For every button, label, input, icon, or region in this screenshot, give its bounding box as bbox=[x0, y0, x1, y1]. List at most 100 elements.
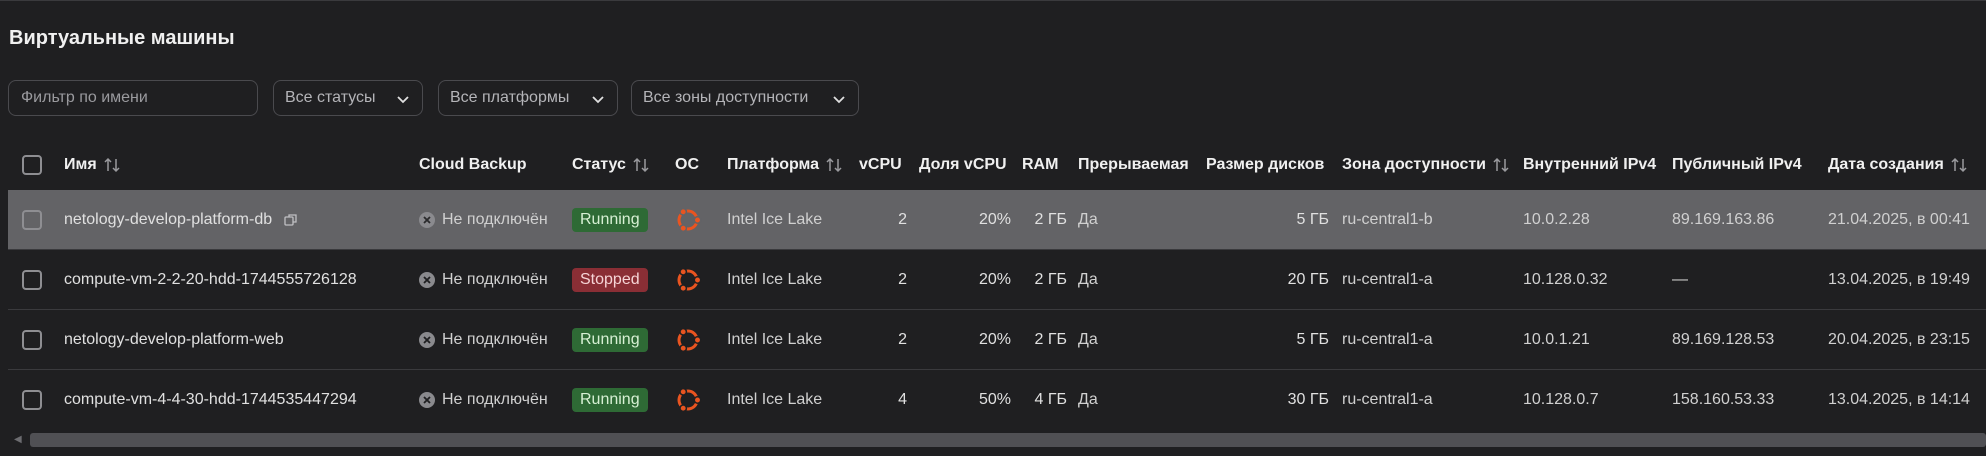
vcpu-value: 2 bbox=[898, 331, 907, 348]
select-all-checkbox[interactable] bbox=[22, 155, 42, 175]
table-header: Имя Cloud Backup Статус ОС Платформа vCP… bbox=[8, 145, 1986, 185]
chevron-down-icon bbox=[833, 96, 845, 104]
column-header-platform[interactable]: Платформа bbox=[727, 145, 843, 185]
top-divider bbox=[0, 0, 1986, 1]
status-badge: Running bbox=[572, 388, 648, 412]
column-header-ram: RAM bbox=[1022, 156, 1059, 173]
created-value: 20.04.2025, в 23:15 bbox=[1828, 331, 1970, 348]
sort-icon[interactable] bbox=[103, 157, 121, 173]
ipv4-internal-value: 10.0.2.28 bbox=[1523, 211, 1590, 228]
zone-value: ru-central1-b bbox=[1342, 211, 1433, 228]
ubuntu-icon bbox=[677, 267, 702, 293]
backup-status: Не подключён bbox=[442, 271, 548, 288]
status-filter-value: Все статусы bbox=[285, 89, 376, 106]
status-filter-select[interactable]: Все статусы bbox=[273, 80, 423, 116]
zone-value: ru-central1-a bbox=[1342, 391, 1433, 408]
ipv4-internal-value: 10.128.0.7 bbox=[1523, 391, 1599, 408]
table-row[interactable]: netology-develop-platform-db Не подключё… bbox=[8, 190, 1986, 250]
copy-icon[interactable] bbox=[284, 213, 298, 227]
x-circle-icon bbox=[419, 212, 435, 228]
vcpu-value: 2 bbox=[898, 271, 907, 288]
column-header-vcpu-share: Доля vCPU bbox=[919, 156, 1007, 173]
preemptible-value: Да bbox=[1078, 211, 1098, 228]
ubuntu-icon bbox=[677, 327, 702, 353]
row-checkbox[interactable] bbox=[22, 270, 42, 290]
horizontal-scrollbar[interactable]: ◀ bbox=[0, 431, 1986, 447]
status-badge: Running bbox=[572, 328, 648, 352]
platform-value: Intel Ice Lake bbox=[727, 391, 823, 408]
column-header-zone[interactable]: Зона доступности bbox=[1342, 145, 1510, 185]
vcpu-share-value: 50% bbox=[978, 391, 1011, 408]
row-checkbox[interactable] bbox=[22, 210, 42, 230]
vcpu-share-value: 20% bbox=[978, 271, 1011, 288]
page-title: Виртуальные машины bbox=[9, 27, 235, 49]
backup-status: Не подключён bbox=[442, 331, 548, 348]
sort-icon[interactable] bbox=[1492, 157, 1510, 173]
ipv4-public-value: 158.160.53.33 bbox=[1672, 391, 1775, 408]
platform-value: Intel Ice Lake bbox=[727, 271, 823, 288]
vcpu-share-value: 20% bbox=[978, 211, 1011, 228]
created-value: 21.04.2025, в 00:41 bbox=[1828, 211, 1970, 228]
vcpu-share-value: 20% bbox=[978, 331, 1011, 348]
vcpu-value: 4 bbox=[898, 391, 907, 408]
sort-icon[interactable] bbox=[825, 157, 843, 173]
ubuntu-icon bbox=[677, 207, 702, 233]
ipv4-public-value: — bbox=[1672, 271, 1688, 288]
table-row[interactable]: compute-vm-4-4-30-hdd-1744535447294 Не п… bbox=[8, 370, 1986, 430]
ipv4-public-value: 89.169.163.86 bbox=[1672, 211, 1775, 228]
preemptible-value: Да bbox=[1078, 391, 1098, 408]
created-value: 13.04.2025, в 14:14 bbox=[1828, 391, 1970, 408]
zone-filter-select[interactable]: Все зоны доступности bbox=[631, 80, 859, 116]
column-header-created[interactable]: Дата создания bbox=[1828, 145, 1968, 185]
vm-name-link[interactable]: compute-vm-4-4-30-hdd-1744535447294 bbox=[64, 391, 357, 409]
ipv4-public-value: 89.169.128.53 bbox=[1672, 331, 1775, 348]
x-circle-icon bbox=[419, 332, 435, 348]
scroll-left-icon[interactable]: ◀ bbox=[14, 434, 22, 445]
column-header-ipv4-public: Публичный IPv4 bbox=[1672, 156, 1802, 173]
column-header-status[interactable]: Статус bbox=[572, 145, 650, 185]
disk-value: 30 ГБ bbox=[1287, 391, 1329, 408]
scrollbar-thumb[interactable] bbox=[30, 433, 1986, 447]
column-header-os: ОС bbox=[675, 156, 699, 173]
zone-value: ru-central1-a bbox=[1342, 271, 1433, 288]
backup-status: Не подключён bbox=[442, 211, 548, 228]
column-header-ipv4-internal: Внутренний IPv4 bbox=[1523, 156, 1657, 173]
sort-icon[interactable] bbox=[1950, 157, 1968, 173]
sort-icon[interactable] bbox=[632, 157, 650, 173]
column-header-disk: Размер дисков bbox=[1206, 156, 1325, 173]
disk-value: 5 ГБ bbox=[1296, 211, 1329, 228]
column-header-preemptible: Прерываемая bbox=[1078, 156, 1189, 173]
disk-value: 5 ГБ bbox=[1296, 331, 1329, 348]
preemptible-value: Да bbox=[1078, 331, 1098, 348]
vm-name-link[interactable]: netology-develop-platform-web bbox=[64, 331, 284, 349]
row-checkbox[interactable] bbox=[22, 330, 42, 350]
ram-value: 2 ГБ bbox=[1034, 211, 1067, 228]
disk-value: 20 ГБ bbox=[1287, 271, 1329, 288]
column-header-backup: Cloud Backup bbox=[419, 156, 527, 173]
row-checkbox[interactable] bbox=[22, 390, 42, 410]
status-badge: Running bbox=[572, 208, 648, 232]
name-filter-input[interactable] bbox=[8, 80, 258, 116]
created-value: 13.04.2025, в 19:49 bbox=[1828, 271, 1970, 288]
chevron-down-icon bbox=[397, 96, 409, 104]
table-row[interactable]: netology-develop-platform-web Не подключ… bbox=[8, 310, 1986, 370]
column-header-vcpu: vCPU bbox=[859, 156, 902, 173]
x-circle-icon bbox=[419, 392, 435, 408]
ram-value: 2 ГБ bbox=[1034, 271, 1067, 288]
ipv4-internal-value: 10.128.0.32 bbox=[1523, 271, 1608, 288]
chevron-down-icon bbox=[592, 96, 604, 104]
vcpu-value: 2 bbox=[898, 211, 907, 228]
platform-value: Intel Ice Lake bbox=[727, 211, 823, 228]
column-header-name[interactable]: Имя bbox=[64, 145, 121, 185]
table-row[interactable]: compute-vm-2-2-20-hdd-1744555726128 Не п… bbox=[8, 250, 1986, 310]
vm-name-link[interactable]: compute-vm-2-2-20-hdd-1744555726128 bbox=[64, 271, 357, 289]
platform-filter-select[interactable]: Все платформы bbox=[438, 80, 618, 116]
status-badge: Stopped bbox=[572, 268, 648, 292]
ram-value: 4 ГБ bbox=[1034, 391, 1067, 408]
backup-status: Не подключён bbox=[442, 391, 548, 408]
x-circle-icon bbox=[419, 272, 435, 288]
vm-name-link[interactable]: netology-develop-platform-db bbox=[64, 211, 272, 229]
ubuntu-icon bbox=[677, 387, 702, 413]
platform-value: Intel Ice Lake bbox=[727, 331, 823, 348]
preemptible-value: Да bbox=[1078, 271, 1098, 288]
